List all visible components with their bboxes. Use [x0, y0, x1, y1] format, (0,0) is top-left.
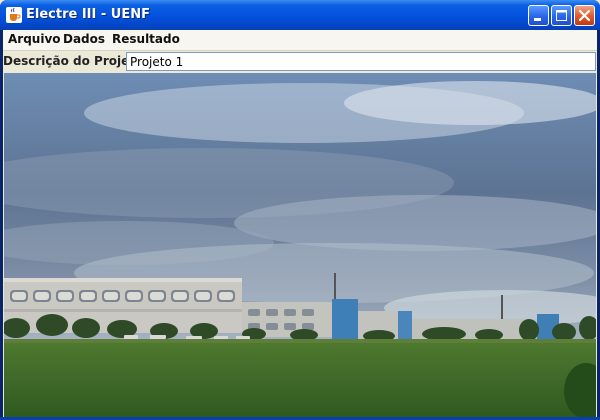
window-title: Electre III - UENF — [26, 7, 150, 22]
close-icon — [578, 9, 591, 22]
client-area: Arquivo Dados Resultado Descrição do Pro… — [3, 30, 597, 417]
project-description-row: Descrição do Projeto — [3, 51, 597, 72]
java-cup-icon — [6, 7, 22, 23]
minimize-icon — [534, 18, 541, 21]
maximize-button[interactable] — [551, 5, 572, 26]
project-description-input[interactable] — [126, 52, 596, 71]
minimize-button[interactable] — [528, 5, 549, 26]
title-bar[interactable]: Electre III - UENF — [0, 0, 600, 30]
campus-photo — [4, 73, 596, 417]
maximize-icon — [556, 10, 567, 21]
project-description-label: Descrição do Projeto — [3, 54, 144, 68]
menu-arquivo[interactable]: Arquivo — [8, 32, 61, 46]
menu-resultado[interactable]: Resultado — [112, 32, 180, 46]
close-button[interactable] — [574, 5, 595, 26]
menu-bar: Arquivo Dados Resultado — [3, 30, 597, 51]
application-window: Electre III - UENF Arquivo Dados Resulta… — [0, 0, 600, 420]
menu-dados[interactable]: Dados — [63, 32, 105, 46]
